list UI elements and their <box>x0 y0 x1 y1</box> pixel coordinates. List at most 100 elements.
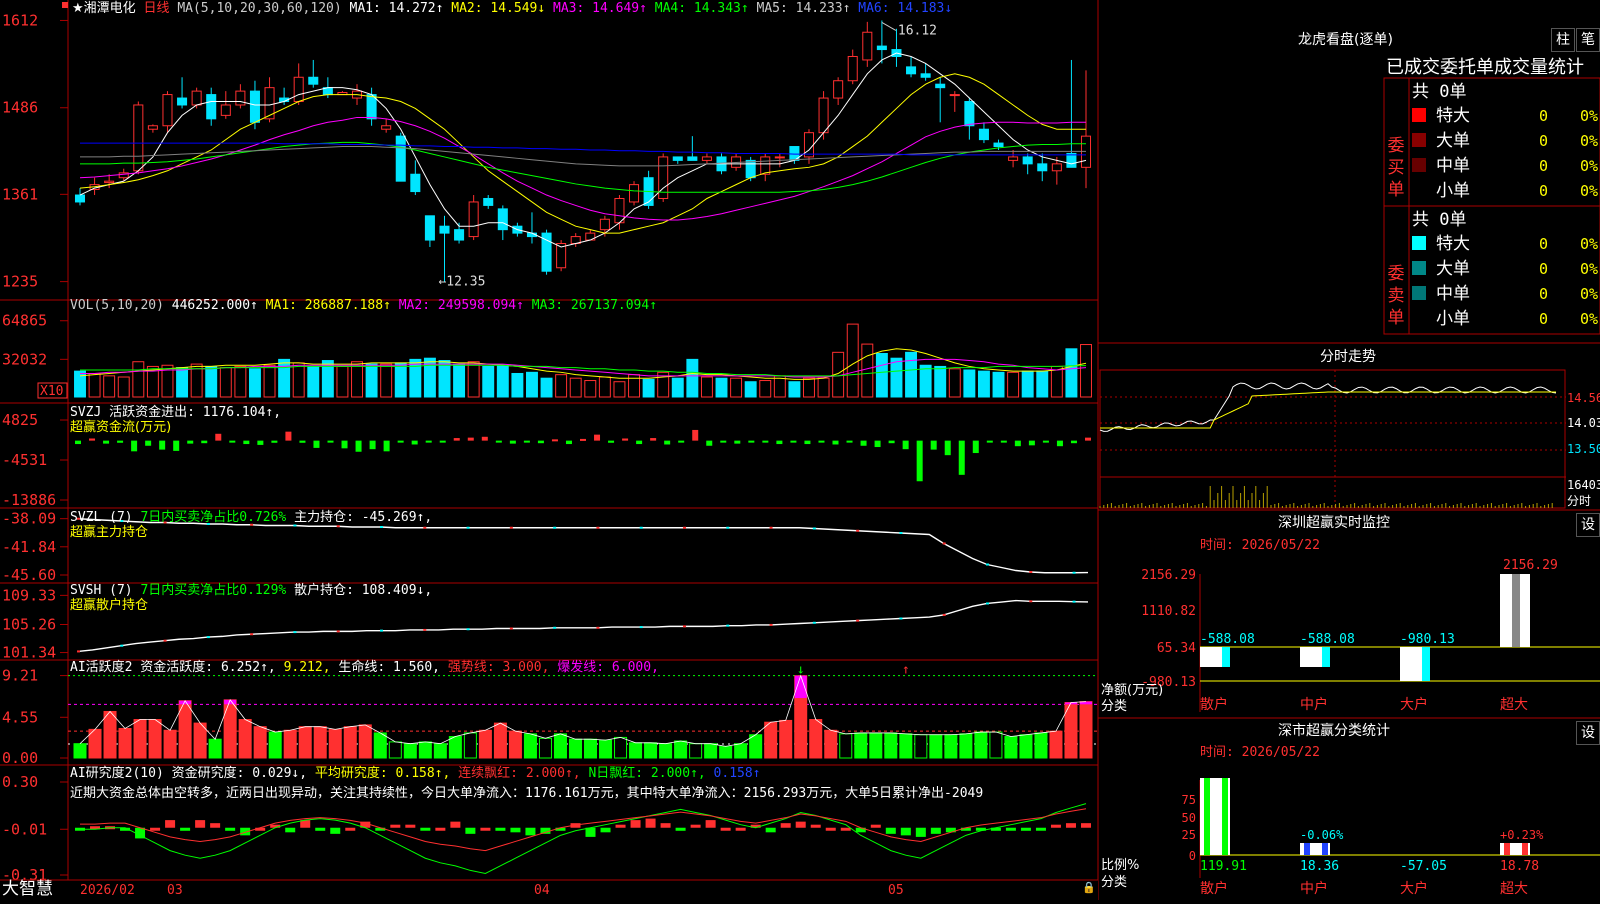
svzj-bar <box>159 440 166 450</box>
intraday-price-line <box>1099 382 1557 432</box>
vol-bar <box>1065 348 1078 398</box>
ai-bar <box>238 719 252 759</box>
svzj-bar <box>664 440 671 445</box>
ai-signal-up: ↑ <box>902 663 910 678</box>
candle-body <box>410 173 421 193</box>
vol-bar <box>248 368 261 398</box>
classify-bar-shade-3 <box>1504 843 1510 855</box>
vol-bar <box>336 365 349 398</box>
classify-time: 时间: 2026/05/22 <box>1200 745 1320 760</box>
ai2-bar <box>435 827 446 831</box>
ma-line-ma3 <box>79 116 1086 221</box>
monitor-title: 深圳超赢实时监控 <box>1278 515 1390 531</box>
svzj-bar <box>509 440 516 444</box>
svzj-bar <box>1085 437 1091 441</box>
vol-bar <box>555 374 568 398</box>
bar-view-button[interactable]: 柱 <box>1551 28 1575 52</box>
ai2-bar <box>765 827 776 833</box>
svzl-dot <box>726 526 730 529</box>
svzj-bar <box>720 440 727 443</box>
vol-bar <box>132 361 145 398</box>
vol-bar <box>438 360 451 398</box>
ai2-bar <box>465 827 476 834</box>
svzj-bar <box>299 440 306 443</box>
ai-bar <box>929 734 943 759</box>
lock-icon[interactable]: 🔒 <box>1082 880 1096 895</box>
classify-cat-2: 大户 <box>1400 880 1428 897</box>
stats-title: 已成交委托单成交量统计 <box>1386 57 1584 78</box>
vol-bar <box>292 362 305 398</box>
monitor-settings-button[interactable]: 设 <box>1576 513 1600 537</box>
tick-view-button[interactable]: 笔 <box>1576 28 1600 52</box>
sell-row-pct-1: 0% <box>1580 260 1598 278</box>
vol-tick-label-1: 32032 <box>2 350 47 368</box>
svzj-bar <box>972 440 979 454</box>
candle-body <box>454 229 465 241</box>
ai2-tick-label-0: 0.30 <box>2 773 38 791</box>
date-label-0: 2026/02 <box>80 883 135 898</box>
sell-side-label-2: 单 <box>1388 308 1405 328</box>
svzj-bar <box>790 440 797 443</box>
ai-bar <box>944 734 958 759</box>
svzj-bar <box>89 438 96 441</box>
period-label[interactable]: 日线 <box>143 1 169 16</box>
buy-swatch-0 <box>1412 108 1426 122</box>
candle-body <box>906 66 917 75</box>
chart-canvas: 1612 1486 1361 1235 16.12 ←12.35 64865 32032 X10… <box>0 0 1600 900</box>
sell-swatch-2 <box>1412 286 1426 300</box>
buy-side-label-0: 委 <box>1388 136 1405 156</box>
ai2-bar <box>735 827 746 831</box>
candle-body <box>220 104 231 116</box>
ai-hdr-item-4: 爆发线: 6.000, <box>557 660 659 675</box>
candle-body <box>381 125 392 130</box>
monitor-tick-2: 65.34 <box>1157 641 1196 656</box>
monitor-bar-label-1: -588.08 <box>1300 632 1355 647</box>
ai-bar <box>824 729 838 759</box>
svsh-dot <box>942 613 946 616</box>
svzj-bar <box>832 440 839 445</box>
svsh-dot <box>120 644 124 647</box>
ai-bar <box>584 738 598 759</box>
svzj-bar <box>734 440 741 444</box>
monitor-bar-label-2: -980.13 <box>1400 632 1455 647</box>
sell-swatch-0 <box>1412 236 1426 250</box>
svzj-tick-label-1: -4531 <box>2 451 47 469</box>
ai2-bar <box>195 820 206 828</box>
monitor-cat-0: 散户 <box>1200 696 1228 713</box>
classify-bar-shade2-3 <box>1522 843 1528 855</box>
svzj-bar <box>523 440 530 443</box>
stock-name[interactable]: ★湘潭电化 <box>72 1 136 16</box>
svzl-header: SVZL (7) 7日内买卖净占比0.726% 主力持仓: -45.269↑, <box>70 510 432 525</box>
svzj-bar <box>1042 440 1049 443</box>
brand-logo[interactable]: 大智慧 <box>2 879 53 899</box>
svzj-bar <box>930 440 937 450</box>
vol-bar <box>803 377 815 398</box>
svzl-dot <box>466 526 470 529</box>
ai-bar <box>493 722 507 759</box>
vol-bar <box>88 372 101 398</box>
monitor-bar-shade-0 <box>1222 647 1230 667</box>
svzl-line <box>77 518 1089 574</box>
dragon-title: 龙虎看盘(逐单) <box>1298 32 1393 48</box>
svzj-bar <box>369 440 376 450</box>
svzl-dot <box>1029 571 1033 573</box>
classify-settings-button[interactable]: 设 <box>1576 721 1600 745</box>
classify-tick-0: 75 <box>1182 793 1196 807</box>
vol-bar <box>467 361 480 398</box>
classify-tick-3: 0 <box>1189 849 1196 863</box>
ai2-hdr-item-0: AI研究度2(10) 资金研究度: 0.029↓, <box>70 766 315 781</box>
vol-bar <box>74 370 86 398</box>
sell-row-name-3: 小单 <box>1436 309 1470 329</box>
vol-bar <box>278 358 291 398</box>
vol-bar <box>1080 344 1092 398</box>
svsh-dot <box>423 628 427 631</box>
candle-body <box>599 218 610 231</box>
svsh-tick-label-0: 109.33 <box>2 586 56 604</box>
ai-bar <box>433 743 447 759</box>
ai-bar <box>899 733 913 759</box>
buy-row-pct-3: 0% <box>1580 182 1598 200</box>
svzj-bar <box>565 440 572 445</box>
svzj-bar <box>636 440 643 445</box>
svzl-tick-label-2: -45.60 <box>2 566 56 584</box>
ai-hdr-item-1: 9.212, <box>283 660 339 675</box>
